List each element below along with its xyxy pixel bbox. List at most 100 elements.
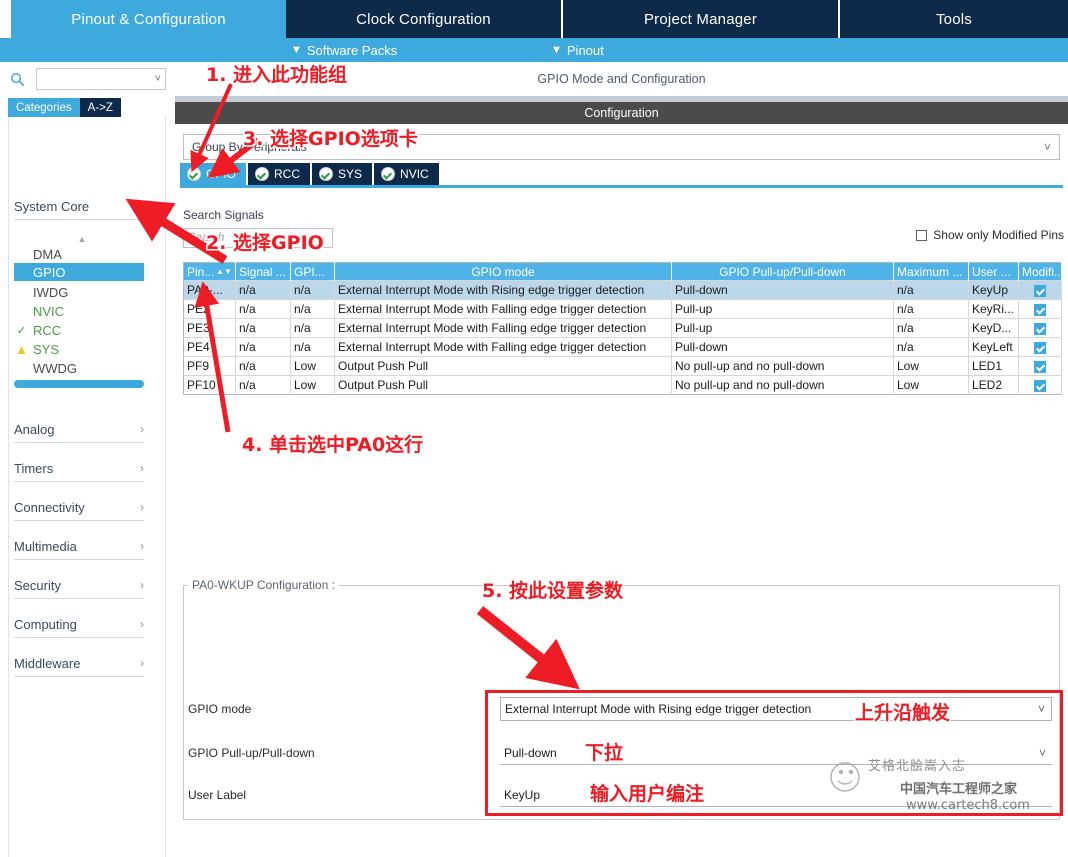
sidebar-scroll-up-icon[interactable]: ▲ — [74, 234, 90, 244]
search-signals-label: Search Signals — [183, 208, 264, 222]
table-row[interactable]: PF9 n/a Low Output Push Pull No pull-up … — [183, 356, 1062, 376]
tab-tools[interactable]: Tools — [840, 0, 1068, 38]
cell-signal: n/a — [235, 375, 291, 395]
sidebar-item-sys[interactable]: ▲ SYS — [14, 340, 144, 358]
column-header-modified[interactable]: Modifi... — [1018, 262, 1062, 281]
column-header-pull[interactable]: GPIO Pull-up/Pull-down — [671, 262, 894, 281]
sidebar-item-dma[interactable]: DMA — [14, 245, 144, 263]
tab-gpio-label: GPIO — [206, 167, 237, 181]
show-only-modified-pins-checkbox[interactable] — [916, 229, 928, 241]
column-header-user-label[interactable]: User ... — [968, 262, 1019, 281]
cell-gpio-output: n/a — [290, 280, 335, 300]
menu-pinout-label: Pinout — [566, 42, 604, 58]
sidebar-group-analog-label: Analog — [14, 421, 55, 437]
sidebar-group-middleware[interactable]: Middleware › — [14, 650, 144, 677]
cell-signal: n/a — [235, 299, 291, 319]
cell-pull: Pull-down — [671, 280, 894, 300]
cell-signal: n/a — [235, 280, 291, 300]
menu-software-packs-label: Software Packs — [306, 42, 398, 58]
sidebar-group-system-core[interactable]: System Core ˅ — [14, 193, 144, 220]
column-header-maximum[interactable]: Maximum ... — [893, 262, 969, 281]
tab-a-to-z-label: A->Z — [87, 101, 113, 114]
table-row[interactable]: PA0-... n/a n/a External Interrupt Mode … — [183, 280, 1062, 300]
tab-gpio[interactable]: GPIO — [180, 163, 247, 185]
sidebar-horizontal-scrollbar[interactable] — [14, 380, 144, 388]
column-header-gpio-output[interactable]: GPI... — [290, 262, 335, 281]
column-header-user-label-label: User ... — [972, 264, 1011, 279]
sidebar-search-input[interactable]: ˅ — [36, 68, 166, 90]
sidebar-group-connectivity[interactable]: Connectivity › — [14, 494, 144, 521]
table-row[interactable]: PE4 n/a n/a External Interrupt Mode with… — [183, 337, 1062, 357]
cell-modified[interactable] — [1018, 318, 1062, 338]
cell-signal: n/a — [235, 337, 291, 357]
show-only-modified-pins-row[interactable]: Show only Modified Pins — [916, 228, 1064, 242]
chevron-right-icon: › — [140, 656, 144, 670]
group-by-value: Group By Peripherals — [192, 140, 307, 154]
gpio-mode-header: GPIO Mode and Configuration — [175, 62, 1068, 96]
cell-gpio-mode: External Interrupt Mode with Rising edge… — [334, 280, 672, 300]
search-signals-placeholder: Search — [188, 232, 225, 244]
sidebar-panel — [8, 117, 166, 857]
sidebar-group-security-label: Security — [14, 577, 61, 593]
tab-project-manager[interactable]: Project Manager — [563, 0, 838, 38]
cell-gpio-mode: External Interrupt Mode with Falling edg… — [334, 337, 672, 357]
warning-icon: ▲ — [15, 341, 28, 357]
column-header-gpio-output-label: GPI... — [294, 264, 325, 279]
cell-modified[interactable] — [1018, 356, 1062, 376]
sidebar-group-multimedia[interactable]: Multimedia › — [14, 533, 144, 560]
sidebar-group-security[interactable]: Security › — [14, 572, 144, 599]
sidebar-item-nvic[interactable]: NVIC — [14, 302, 144, 320]
cell-maximum: Low — [893, 375, 969, 395]
tab-nvic[interactable]: NVIC — [374, 163, 439, 185]
sidebar-group-timers[interactable]: Timers › — [14, 455, 144, 482]
sidebar-group-multimedia-label: Multimedia — [14, 538, 77, 554]
tab-categories[interactable]: Categories — [8, 98, 80, 117]
sidebar-group-analog[interactable]: Analog › — [14, 416, 144, 443]
cell-modified[interactable] — [1018, 375, 1062, 395]
column-header-pin[interactable]: Pin... ▲▼ — [183, 262, 236, 281]
column-header-signal[interactable]: Signal ... — [235, 262, 291, 281]
column-header-gpio-mode-label: GPIO mode — [471, 264, 535, 279]
menu-software-packs[interactable]: ▼ Software Packs — [291, 38, 397, 62]
cell-modified[interactable] — [1018, 280, 1062, 300]
tab-rcc[interactable]: RCC — [248, 163, 311, 185]
table-row[interactable]: PE2 n/a n/a External Interrupt Mode with… — [183, 299, 1062, 319]
sort-arrows-icon[interactable]: ▲▼ — [216, 265, 232, 279]
search-signals-input[interactable]: Search — [183, 228, 333, 248]
sidebar-item-iwdg-label: IWDG — [33, 284, 69, 300]
group-by-dropdown[interactable]: Group By Peripherals ˅ — [183, 134, 1060, 160]
check-circle-icon — [381, 167, 396, 181]
cell-modified[interactable] — [1018, 299, 1062, 319]
cell-signal: n/a — [235, 318, 291, 338]
cell-modified[interactable] — [1018, 337, 1062, 357]
chevron-right-icon: › — [140, 461, 144, 475]
tab-categories-label: Categories — [16, 101, 72, 114]
cell-user-label: KeyUp — [968, 280, 1019, 300]
sidebar-item-iwdg[interactable]: IWDG — [14, 283, 144, 301]
sidebar-item-wwdg[interactable]: WWDG — [14, 359, 144, 377]
sidebar-item-gpio[interactable]: GPIO — [14, 263, 144, 281]
table-row[interactable]: PE3 n/a n/a External Interrupt Mode with… — [183, 318, 1062, 338]
tab-pinout-configuration[interactable]: Pinout & Configuration — [11, 0, 286, 38]
sidebar-group-computing[interactable]: Computing › — [14, 611, 144, 638]
sidebar-group-middleware-label: Middleware — [14, 655, 81, 671]
tab-clock-configuration[interactable]: Clock Configuration — [286, 0, 561, 38]
tab-sys[interactable]: SYS — [312, 163, 373, 185]
field-label-gpio-pull-text: GPIO Pull-up/Pull-down — [188, 746, 315, 760]
cell-gpio-mode: Output Push Pull — [334, 375, 672, 395]
highlight-box-settings — [485, 690, 1063, 816]
cell-pull: Pull-down — [671, 337, 894, 357]
gpio-mode-header-label: GPIO Mode and Configuration — [537, 72, 706, 86]
table-row[interactable]: PF10 n/a Low Output Push Pull No pull-up… — [183, 375, 1062, 395]
sidebar-item-rcc[interactable]: ✓ RCC — [14, 321, 144, 339]
chevron-right-icon: › — [140, 422, 144, 436]
cell-pull: No pull-up and no pull-down — [671, 375, 894, 395]
cell-pull: No pull-up and no pull-down — [671, 356, 894, 376]
cell-gpio-output: Low — [290, 375, 335, 395]
cell-maximum: n/a — [893, 280, 969, 300]
column-header-gpio-mode[interactable]: GPIO mode — [334, 262, 672, 281]
sidebar-group-timers-label: Timers — [14, 460, 54, 476]
tab-a-to-z[interactable]: A->Z — [79, 98, 121, 117]
chevron-down-icon: ˅ — [1043, 140, 1051, 154]
menu-pinout[interactable]: ▼ Pinout — [551, 38, 604, 62]
